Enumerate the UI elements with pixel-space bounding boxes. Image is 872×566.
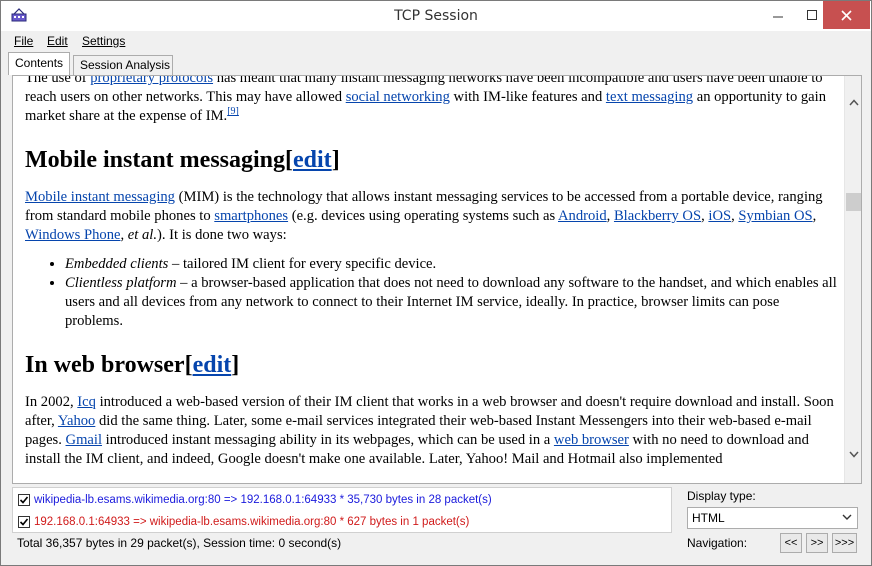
text: ). It is done two ways: bbox=[156, 227, 287, 243]
link-web-browser[interactable]: web browser bbox=[554, 432, 629, 448]
session-list: wikipedia-lb.esams.wikimedia.org:80 => 1… bbox=[12, 487, 672, 533]
list-item: Clientless platform – a browser-based ap… bbox=[65, 274, 837, 331]
session-label: 192.168.0.1:64933 => wikipedia-lb.esams.… bbox=[34, 516, 470, 528]
session-row[interactable]: 192.168.0.1:64933 => wikipedia-lb.esams.… bbox=[18, 513, 469, 531]
bracket: ] bbox=[331, 147, 340, 173]
nav-last-button[interactable]: >>> bbox=[832, 533, 857, 553]
link-blackberry-os[interactable]: Blackberry OS bbox=[614, 208, 701, 224]
checkmark-icon bbox=[19, 496, 29, 504]
link-ios[interactable]: iOS bbox=[708, 208, 731, 224]
window-title: TCP Session bbox=[394, 8, 478, 24]
session-checkbox[interactable] bbox=[18, 494, 30, 506]
link-text-messaging[interactable]: text messaging bbox=[606, 89, 693, 105]
nav-first-button[interactable]: << bbox=[780, 533, 802, 553]
menu-settings-label: Settings bbox=[82, 34, 126, 48]
menu-file[interactable]: File bbox=[14, 34, 33, 48]
menu-file-label: File bbox=[14, 34, 34, 48]
list-item-text: – tailored IM client for every specific … bbox=[168, 256, 437, 272]
link-mobile-instant-messaging[interactable]: Mobile instant messaging bbox=[25, 189, 175, 205]
session-label: wikipedia-lb.esams.wikimedia.org:80 => 1… bbox=[34, 494, 492, 506]
bracket: ] bbox=[231, 352, 240, 378]
session-summary: Total 36,357 bytes in 29 packet(s), Sess… bbox=[17, 536, 342, 550]
menu-edit-label: Edit bbox=[47, 34, 68, 48]
chevron-down-icon bbox=[848, 451, 859, 458]
display-type-select[interactable]: HTML bbox=[687, 507, 858, 529]
list-item-text: – a browser-based application that does … bbox=[65, 275, 837, 329]
close-icon bbox=[841, 9, 852, 21]
text: In 2002, bbox=[25, 394, 78, 410]
list-item-term: Embedded clients bbox=[65, 256, 169, 272]
checkmark-icon bbox=[19, 518, 29, 526]
link-social-networking[interactable]: social networking bbox=[346, 89, 450, 105]
link-gmail[interactable]: Gmail bbox=[66, 432, 102, 448]
bracket: [ bbox=[184, 352, 193, 378]
link-yahoo[interactable]: Yahoo bbox=[58, 413, 95, 429]
edit-link[interactable]: edit bbox=[193, 352, 232, 378]
close-button[interactable] bbox=[823, 1, 870, 29]
link-windows-phone[interactable]: Windows Phone bbox=[25, 227, 121, 243]
bottom-panel: wikipedia-lb.esams.wikimedia.org:80 => 1… bbox=[1, 485, 871, 565]
tab-session-analysis[interactable]: Session Analysis bbox=[73, 55, 173, 75]
scroll-thumb[interactable] bbox=[846, 193, 861, 211]
chevron-up-icon bbox=[848, 99, 859, 106]
display-type-label: Display type: bbox=[687, 489, 756, 503]
text: (e.g. devices using operating systems su… bbox=[288, 208, 558, 224]
paragraph-mobile: Mobile instant messaging (MIM) is the te… bbox=[25, 188, 837, 245]
session-row[interactable]: wikipedia-lb.esams.wikimedia.org:80 => 1… bbox=[18, 491, 492, 509]
minimize-icon bbox=[773, 16, 783, 18]
list-item: Embedded clients – tailored IM client fo… bbox=[65, 255, 837, 274]
link-symbian-os[interactable]: Symbian OS bbox=[738, 208, 812, 224]
link-android[interactable]: Android bbox=[558, 208, 607, 224]
paragraph-web: In 2002, Icq introduced a web-based vers… bbox=[25, 393, 837, 469]
vertical-scrollbar[interactable] bbox=[844, 76, 861, 483]
tab-contents[interactable]: Contents bbox=[8, 52, 70, 75]
menu-edit[interactable]: Edit bbox=[47, 34, 68, 48]
list-item-term: Clientless platform bbox=[65, 275, 177, 291]
paragraph-intro: The use of proprietary protocols has mea… bbox=[25, 75, 837, 126]
text: , bbox=[606, 208, 614, 224]
tcp-session-window: TCP Session File Edit Settings Contents … bbox=[0, 0, 872, 566]
text-emphasis: et al. bbox=[127, 227, 157, 243]
chevron-down-icon bbox=[842, 514, 852, 520]
navigation-label: Navigation: bbox=[687, 536, 748, 550]
menu-bar: File Edit Settings bbox=[1, 31, 871, 51]
scroll-down-button[interactable] bbox=[845, 446, 861, 463]
nav-next-button[interactable]: >> bbox=[806, 533, 828, 553]
text: , bbox=[812, 208, 817, 224]
session-checkbox[interactable] bbox=[18, 516, 30, 528]
document-body: The use of proprietary protocols has mea… bbox=[25, 75, 837, 479]
menu-settings[interactable]: Settings bbox=[82, 34, 125, 48]
maximize-icon bbox=[807, 10, 817, 20]
bracket: [ bbox=[285, 147, 294, 173]
link-smartphones[interactable]: smartphones bbox=[214, 208, 288, 224]
heading-mobile-im: Mobile instant messaging[edit] bbox=[25, 146, 837, 174]
edit-link[interactable]: edit bbox=[293, 147, 332, 173]
title-bar: TCP Session bbox=[1, 1, 871, 31]
scroll-up-button[interactable] bbox=[845, 94, 861, 111]
text: with IM-like features and bbox=[449, 89, 606, 105]
display-type-value: HTML bbox=[692, 511, 725, 525]
heading-text: Mobile instant messaging bbox=[25, 147, 286, 173]
bullet-list: Embedded clients – tailored IM client fo… bbox=[25, 255, 837, 331]
heading-text: In web browser bbox=[25, 352, 185, 378]
html-content-view[interactable]: The use of proprietary protocols has mea… bbox=[12, 75, 862, 484]
text: , bbox=[120, 227, 128, 243]
reference-link[interactable]: [9] bbox=[227, 106, 239, 117]
heading-web-browser: In web browser[edit] bbox=[25, 351, 837, 379]
text: The use of bbox=[25, 75, 91, 86]
link-proprietary-protocols[interactable]: proprietary protocols bbox=[90, 76, 213, 86]
link-icq[interactable]: Icq bbox=[77, 394, 96, 410]
text: introduced instant messaging ability in … bbox=[102, 432, 554, 448]
